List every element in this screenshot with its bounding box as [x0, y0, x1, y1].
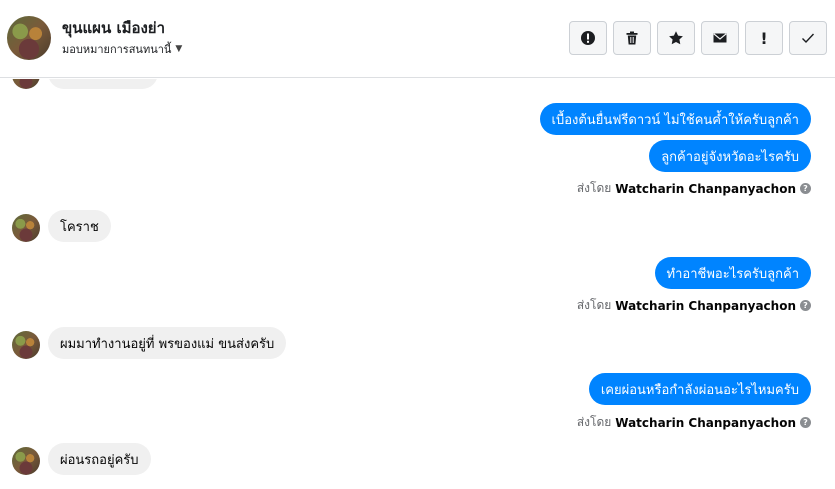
help-icon[interactable]: ?	[800, 300, 811, 311]
alert-button[interactable]	[569, 21, 607, 55]
message-bubble-outgoing: ลูกค้าอยู่จังหวัดอะไรครับ	[649, 140, 811, 172]
message-bubble-outgoing: เบื้องต้นยื่นฟรีดาวน์ ไม่ใช้คนค้ำให้ครับ…	[539, 103, 811, 135]
help-icon[interactable]: ?	[800, 183, 811, 194]
message-bubble-outgoing: เคยผ่อนหรือกำลังผ่อนอะไรไหมครับ	[588, 373, 811, 405]
message-bubble-incoming: โคราช	[48, 210, 111, 242]
sent-by-name[interactable]: Watcharin Chanpanyachon	[615, 416, 796, 430]
sent-by-line: ส่งโดย Watcharin Chanpanyachon ?	[577, 413, 811, 432]
contact-avatar-small	[12, 79, 40, 89]
star-icon	[669, 31, 683, 45]
sent-by-line: ส่งโดย Watcharin Chanpanyachon ?	[577, 179, 811, 198]
spam-button[interactable]: !	[745, 21, 783, 55]
exclamation-icon: !	[760, 28, 768, 48]
mark-done-button[interactable]	[789, 21, 827, 55]
assign-conversation-dropdown[interactable]: มอบหมายการสนทนานี้ ▼	[62, 40, 182, 58]
action-toolbar: !	[569, 21, 827, 55]
sent-by-prefix: ส่งโดย	[576, 415, 612, 429]
help-icon[interactable]: ?	[800, 417, 811, 428]
mark-unread-button[interactable]	[701, 21, 739, 55]
message-bubble-incoming: ผมมาทำงานอยู่ที่ พรของแม่ ขนส่งครับ	[48, 327, 287, 359]
contact-avatar-small[interactable]	[12, 214, 40, 242]
contact-name[interactable]: ขุนแผน เมืองย่า	[62, 16, 165, 40]
sent-by-line: ส่งโดย Watcharin Chanpanyachon ?	[577, 296, 811, 315]
sent-by-name[interactable]: Watcharin Chanpanyachon	[615, 182, 796, 196]
envelope-icon	[713, 33, 727, 43]
message-bubble-incoming	[48, 79, 158, 89]
contact-avatar-small[interactable]	[12, 447, 40, 475]
conversation-header: ขุนแผน เมืองย่า มอบหมายการสนทนานี้ ▼ !	[0, 0, 835, 78]
delete-button[interactable]	[613, 21, 651, 55]
trash-icon	[626, 31, 638, 45]
message-bubble-incoming: ผ่อนรถอยู่ครับ	[48, 443, 151, 475]
message-thread[interactable]: เบื้องต้นยื่นฟรีดาวน์ ไม่ใช้คนค้ำให้ครับ…	[0, 79, 835, 489]
star-button[interactable]	[657, 21, 695, 55]
sent-by-prefix: ส่งโดย	[576, 298, 612, 312]
caret-down-icon: ▼	[175, 44, 183, 54]
contact-avatar[interactable]	[7, 16, 51, 60]
message-bubble-outgoing: ทำอาชีพอะไรครับลูกค้า	[654, 257, 811, 289]
assign-label: มอบหมายการสนทนานี้	[62, 43, 172, 56]
contact-avatar-small[interactable]	[12, 331, 40, 359]
alert-circle-icon	[581, 31, 595, 45]
sent-by-prefix: ส่งโดย	[576, 181, 612, 195]
sent-by-name[interactable]: Watcharin Chanpanyachon	[615, 299, 796, 313]
check-icon	[802, 33, 815, 44]
